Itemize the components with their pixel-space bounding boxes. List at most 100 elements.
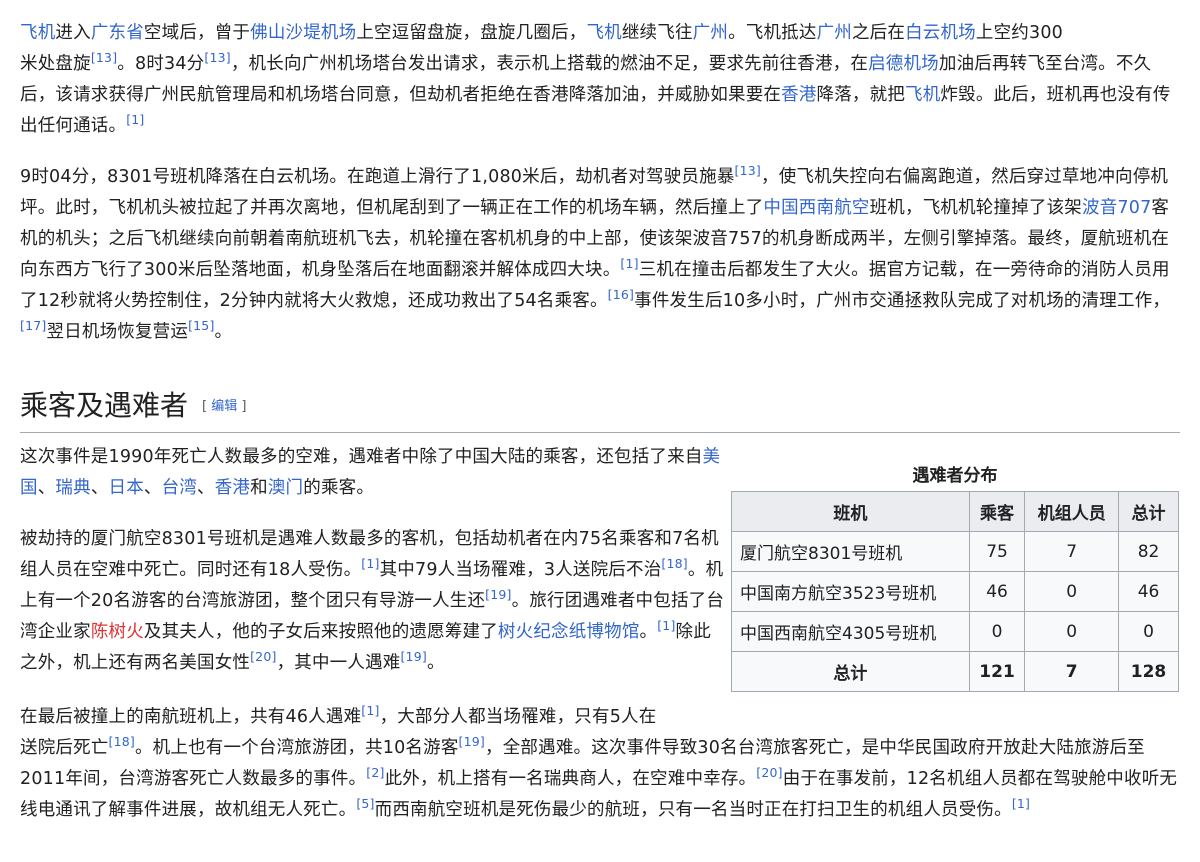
article-page: 飞机进入广东省空域后，曾于佛山沙堤机场上空逗留盘旋，盘旋几圈后，飞机继续飞往广州… (0, 0, 1200, 862)
wiki-link[interactable]: 台湾 (162, 478, 197, 498)
text-run: 事件发生后10多小时，广州市交通拯救队完成了对机场的清理工作， (634, 291, 1171, 311)
footnote-ref[interactable]: [19] (485, 587, 511, 602)
cell-passengers: 46 (968, 571, 1026, 612)
header-total: 总计 (1118, 491, 1179, 532)
footnote-ref[interactable]: [1] (361, 556, 379, 571)
footnote-ref[interactable]: [5] (356, 796, 374, 811)
footnote-ref[interactable]: [13] (735, 163, 761, 178)
wiki-link[interactable]: 飞机 (905, 85, 940, 105)
cell-passengers: 75 (968, 531, 1026, 572)
paragraph-line: 在最后被撞上的南航班机上，共有46人遇难[1]，大部分人都当场罹难，只有5人在 (20, 704, 656, 727)
text-run: 米处盘旋 (20, 54, 91, 74)
text-run: 和 (250, 478, 268, 498)
wiki-link[interactable]: 香港 (215, 478, 250, 498)
edit-section-link[interactable]: 编辑 (211, 399, 237, 414)
edit-bracket-open: [ (202, 399, 212, 414)
wiki-link[interactable]: 瑞典 (55, 478, 90, 498)
section-title: 乘客及遇难者 (20, 389, 189, 422)
footnote-ref[interactable]: [1] (1012, 796, 1030, 811)
text-run: 班机，飞机机轮撞掉了该架 (869, 198, 1083, 218)
text-run: 。 (639, 622, 658, 642)
cell-total: 82 (1118, 531, 1179, 572)
table-caption: 遇难者分布 (912, 466, 998, 486)
casualty-table: 班机 乘客 机组人员 总计 厦门航空8301号班机 75 7 82 中国南方航空… (731, 491, 1179, 692)
wiki-link[interactable]: 中国西南航空 (763, 198, 869, 218)
footnote-ref[interactable]: [15] (188, 318, 214, 333)
wiki-link[interactable]: 澳门 (268, 478, 303, 498)
text-run: 空域后，曾于 (143, 23, 251, 43)
header-flight: 班机 (731, 491, 970, 532)
wiki-link[interactable]: 香港 (781, 85, 816, 105)
wiki-link[interactable]: 波音707 (1082, 198, 1151, 218)
table-row: 中国南方航空3523号班机 46 0 46 (731, 571, 1179, 612)
cell-crew: 0 (1024, 611, 1120, 652)
section-edit: [ 编辑 ] (202, 399, 246, 414)
text-run: 上空逗留盘旋，盘旋几圈后， (356, 23, 587, 43)
text-run: 降落，就把 (816, 85, 906, 105)
text-run: ，其中一人遇难 (276, 653, 401, 673)
text-run: 此外，机上搭有一名瑞典商人，在空难中幸存。 (384, 769, 757, 789)
footnote-ref[interactable]: [1] (620, 256, 638, 271)
header-passengers: 乘客 (968, 491, 1026, 532)
wiki-link[interactable]: 佛山沙堤机场 (250, 23, 356, 43)
text-run: 、 (90, 478, 109, 498)
footnote-ref[interactable]: [16] (608, 287, 634, 302)
cell-flight: 厦门航空8301号班机 (731, 531, 970, 572)
cell-total-crew: 7 (1024, 651, 1120, 692)
footnote-ref[interactable]: [19] (459, 734, 485, 749)
cell-total-all: 128 (1118, 651, 1179, 692)
text-run: 9时04分，8301号班机降落在白云机场。在跑道上滑行了1,080米后，劫机者对… (20, 167, 735, 187)
wiki-link[interactable]: 树火纪念纸博物馆 (498, 622, 640, 642)
footnote-ref[interactable]: [19] (400, 649, 426, 664)
section-heading: 乘客及遇难者 [ 编辑 ] (20, 383, 1180, 433)
footnote-ref[interactable]: [20] (250, 649, 276, 664)
paragraph-china-southern: 在最后被撞上的南航班机上，共有46人遇难[1]，大部分人都当场罹难，只有5人在 … (20, 702, 1180, 826)
wiki-link[interactable]: 启德机场 (868, 54, 939, 74)
casualty-table-wrapper: 遇难者分布 班机 乘客 机组人员 总计 厦门航空8301号班机 75 7 82 (731, 461, 1179, 692)
wiki-link[interactable]: 飞机 (586, 23, 621, 43)
text-run: 送院后死亡 (20, 738, 109, 758)
edit-bracket-close: ] (237, 399, 247, 414)
text-run: 、 (37, 478, 56, 498)
footnote-ref[interactable]: [1] (126, 112, 144, 127)
cell-flight: 中国西南航空4305号班机 (731, 611, 970, 652)
table-row: 中国西南航空4305号班机 0 0 0 (731, 611, 1179, 652)
text-run: 之后在 (851, 23, 906, 43)
footnote-ref[interactable]: [20] (756, 765, 782, 780)
paragraph-xiamen-airlines: 被劫持的厦门航空8301号班机是遇难人数最多的客机，包括劫机者在内75名乘客和7… (20, 524, 728, 679)
wiki-link[interactable]: 日本 (109, 478, 144, 498)
wiki-link[interactable]: 广州 (693, 23, 728, 43)
text-run: 及其夫人，他的子女后来按照他的遗愿筹建了 (143, 622, 498, 642)
footnote-ref[interactable]: [1] (361, 703, 379, 718)
table-total-row: 总计 121 7 128 (731, 651, 1179, 692)
text-run: 。飞机抵达 (728, 23, 817, 43)
text-run: 。8时34分 (117, 54, 205, 74)
text-run: 。 (214, 322, 233, 342)
text-run: 这次事件是1990年死亡人数最多的空难，遇难者中除了中国大陆的乘客，还包括了来自 (20, 447, 703, 467)
text-run: 的乘客。 (303, 478, 375, 498)
wiki-link[interactable]: 广州 (817, 23, 852, 43)
footnote-ref[interactable]: [2] (366, 765, 384, 780)
paragraph-landing-crash: 9时04分，8301号班机降落在白云机场。在跑道上滑行了1,080米后，劫机者对… (20, 162, 1180, 348)
footnote-ref[interactable]: [13] (204, 50, 230, 65)
footnote-ref[interactable]: [13] (91, 50, 117, 65)
footnote-ref[interactable]: [17] (20, 318, 46, 333)
text-run: 。 (426, 653, 445, 673)
footnote-ref[interactable]: [1] (657, 618, 675, 633)
wiki-link[interactable]: 白云机场 (905, 23, 976, 43)
footnote-ref[interactable]: [18] (661, 556, 687, 571)
text-run: 继续飞往 (621, 23, 693, 43)
text-run: 其中79人当场罹难，3人送院后不治 (379, 560, 662, 580)
text-run: 。机上也有一个台湾旅游团，共10名游客 (134, 738, 459, 758)
table-header-row: 班机 乘客 机组人员 总计 (731, 491, 1179, 532)
wiki-link[interactable]: 广东省 (91, 23, 144, 43)
paragraph-flight-path: 飞机进入广东省空域后，曾于佛山沙堤机场上空逗留盘旋，盘旋几圈后，飞机继续飞往广州… (20, 18, 1180, 142)
text-run: 而西南航空班机是死伤最少的航班，只有一名当时正在打扫卫生的机组人员受伤。 (374, 800, 1012, 820)
wiki-redlink[interactable]: 陈树火 (91, 622, 144, 642)
cell-total-passengers: 121 (968, 651, 1026, 692)
footnote-ref[interactable]: [18] (109, 734, 135, 749)
wiki-link[interactable]: 飞机 (20, 23, 55, 43)
cell-total: 0 (1118, 611, 1179, 652)
cell-passengers: 0 (968, 611, 1026, 652)
paragraph-continuation: 送院后死亡[18]。机上也有一个台湾旅游团，共10名游客[19]，全部遇难。这次… (20, 735, 1177, 820)
